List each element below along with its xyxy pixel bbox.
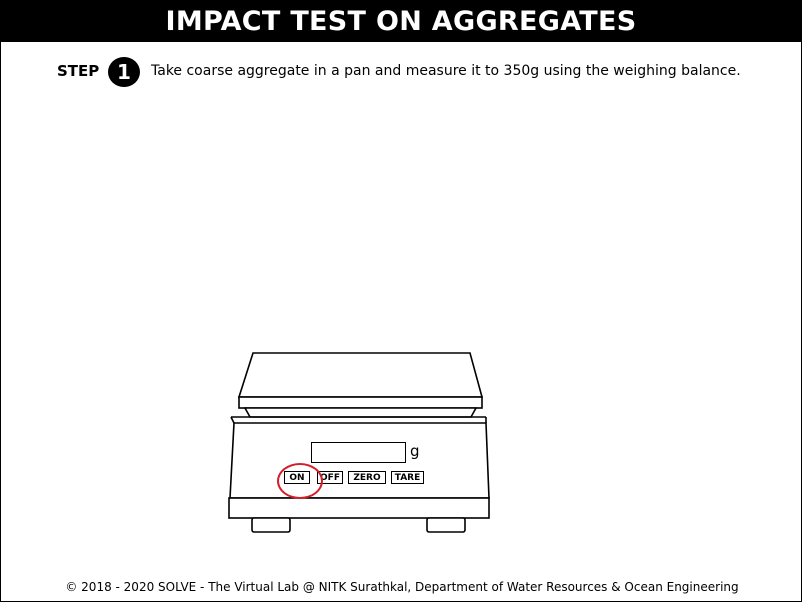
- zero-button[interactable]: ZERO: [348, 471, 386, 484]
- weighing-pan: [237, 352, 484, 398]
- page-title: IMPACT TEST ON AGGREGATES: [1, 1, 801, 42]
- weight-unit: g: [410, 442, 420, 460]
- off-button[interactable]: OFF: [317, 471, 343, 484]
- weight-display: [311, 442, 406, 463]
- weighing-balance: g ON OFF ZERO TARE: [227, 351, 491, 535]
- step-number-badge: 1: [108, 57, 140, 87]
- lab-frame: IMPACT TEST ON AGGREGATES STEP 1 Take co…: [0, 0, 802, 602]
- pan-rim: [238, 396, 483, 409]
- foot-right: [426, 517, 466, 533]
- on-button[interactable]: ON: [284, 471, 310, 484]
- foot-left: [251, 517, 291, 533]
- tare-button[interactable]: TARE: [391, 471, 424, 484]
- balance-base: [228, 497, 490, 519]
- pan-collar: [243, 407, 478, 418]
- step-label: STEP: [57, 62, 100, 80]
- copyright-footer: © 2018 - 2020 SOLVE - The Virtual Lab @ …: [65, 580, 739, 594]
- step-instruction-text: Take coarse aggregate in a pan and measu…: [151, 63, 741, 79]
